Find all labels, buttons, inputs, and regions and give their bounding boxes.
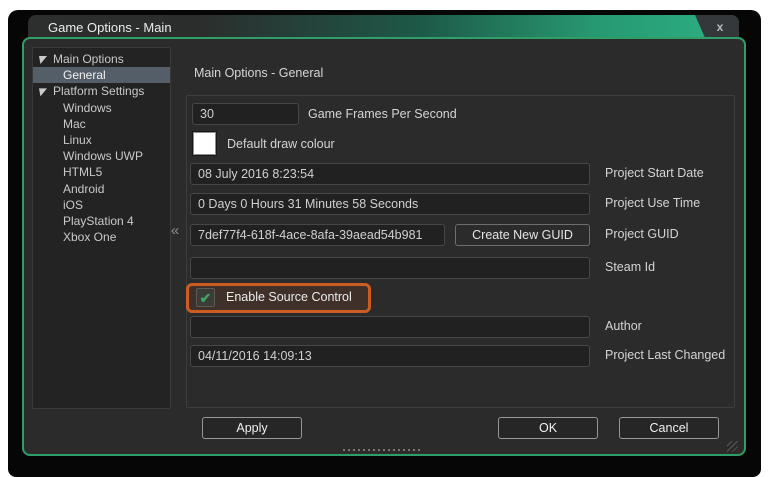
resize-grip-icon[interactable] (727, 441, 738, 452)
project-guid-label: Project GUID (605, 227, 679, 241)
project-guid-input[interactable] (190, 224, 445, 246)
sidebar-item-playstation-4[interactable]: PlayStation 4 (33, 213, 170, 229)
author-input[interactable] (190, 316, 590, 338)
enable-source-control-label: Enable Source Control (226, 290, 352, 304)
fps-input[interactable] (192, 103, 299, 125)
sidebar-item-linux[interactable]: Linux (33, 132, 170, 148)
page-title: Main Options - General (194, 66, 323, 80)
project-use-time-label: Project Use Time (605, 196, 700, 210)
sidebar-item-main-options[interactable]: Main Options (33, 51, 170, 67)
sidebar-item-ios[interactable]: iOS (33, 197, 170, 213)
tree-expander-icon[interactable] (39, 56, 47, 64)
draw-colour-label: Default draw colour (227, 137, 335, 151)
project-use-time-input[interactable] (190, 193, 590, 215)
tree-expander-icon[interactable] (39, 88, 47, 96)
sidebar-item-xbox-one[interactable]: Xbox One (33, 229, 170, 245)
sidebar-item-windows[interactable]: Windows (33, 100, 170, 116)
sidebar-collapse-icon[interactable]: « (168, 222, 182, 240)
project-start-date-label: Project Start Date (605, 166, 704, 180)
sidebar-item-platform-settings[interactable]: Platform Settings (33, 83, 170, 99)
project-last-changed-label: Project Last Changed (605, 348, 725, 362)
draw-colour-swatch[interactable] (193, 132, 216, 155)
project-last-changed-input[interactable] (190, 345, 590, 367)
author-label: Author (605, 319, 642, 333)
fps-label: Game Frames Per Second (308, 107, 457, 121)
sidebar-item-windows-uwp[interactable]: Windows UWP (33, 148, 170, 164)
create-new-guid-button[interactable]: Create New GUID (455, 224, 590, 246)
sidebar-item-android[interactable]: Android (33, 181, 170, 197)
sidebar-item-general[interactable]: General (33, 67, 170, 83)
sidebar-item-mac[interactable]: Mac (33, 116, 170, 132)
apply-button[interactable]: Apply (202, 417, 302, 439)
bottom-drag-handle[interactable] (343, 449, 422, 451)
steam-id-input[interactable] (190, 257, 590, 279)
sidebar-item-html5[interactable]: HTML5 (33, 164, 170, 180)
steam-id-label: Steam Id (605, 260, 655, 274)
options-tree: Main Options General Platform Settings W… (32, 47, 171, 409)
ok-button[interactable]: OK (498, 417, 598, 439)
enable-source-control-checkbox[interactable]: ✔ (196, 288, 215, 307)
project-start-date-input[interactable] (190, 163, 590, 185)
cancel-button[interactable]: Cancel (619, 417, 719, 439)
